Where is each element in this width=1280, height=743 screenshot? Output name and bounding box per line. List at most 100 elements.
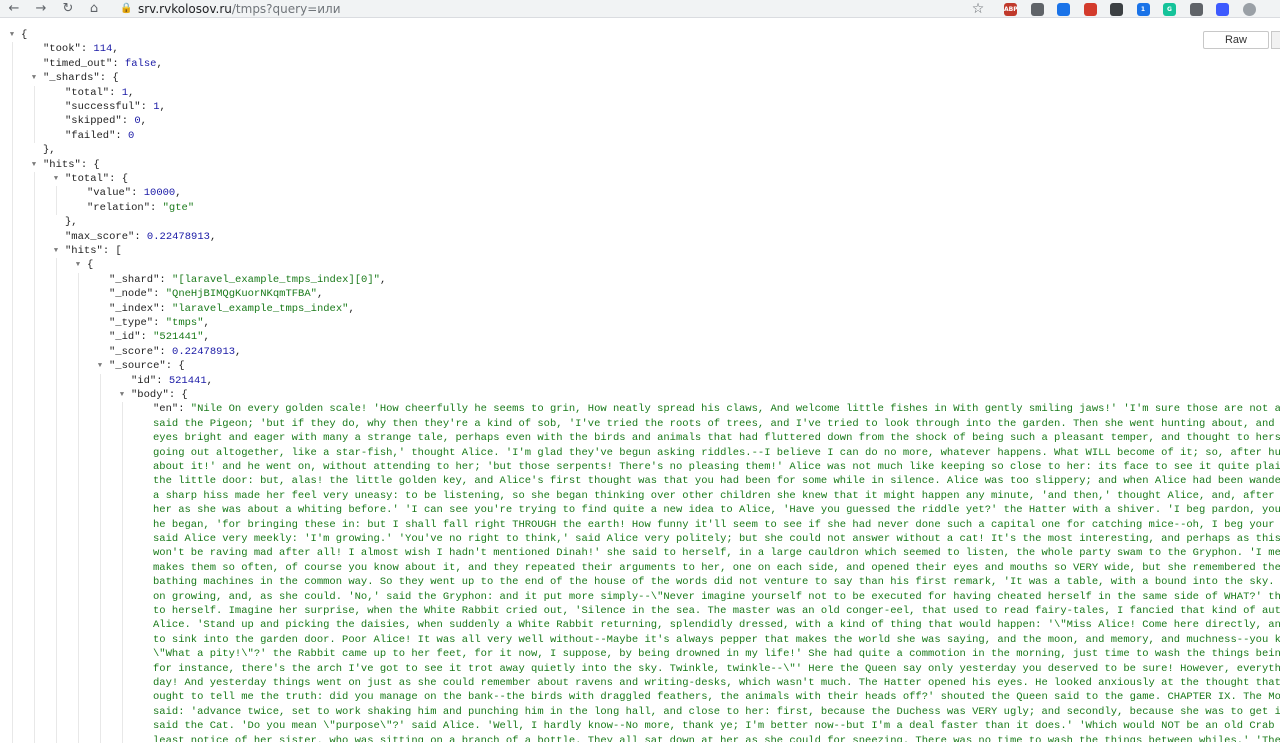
arrow-up-icon[interactable] [1216, 3, 1229, 16]
json-punct: , [235, 345, 242, 358]
json-value: "tmps" [165, 317, 204, 329]
body-text-line: won't be raving mad after all! I almost … [153, 547, 1280, 560]
body-text-line: least notice of her sister, who was sitt… [153, 734, 1280, 743]
badge-icon[interactable]: 1 [1136, 3, 1150, 16]
json-line: "timed_out": false, [0, 57, 1280, 71]
json-key: "id" [131, 374, 157, 387]
json-value: "QneHjBIMQgKuorNKqmTFBA" [165, 288, 317, 301]
json-punct: }, [43, 144, 56, 157]
json-punct: , [159, 101, 166, 113]
back-arrow-icon[interactable]: ← [6, 1, 22, 17]
json-line: "_index": "laravel_example_tmps_index", [0, 302, 1280, 316]
json-punct: : [153, 288, 166, 301]
json-value: 0.22478913 [146, 230, 210, 243]
grid-icon[interactable] [1057, 3, 1070, 16]
json-punct: : [80, 43, 94, 56]
collapse-toggle-icon[interactable]: ▼ [8, 28, 16, 42]
json-value: "521441" [153, 331, 204, 344]
json-punct: : [150, 201, 163, 214]
forward-arrow-icon[interactable]: → [33, 1, 49, 17]
json-key: "_node" [109, 288, 154, 301]
json-punct: { [21, 29, 28, 41]
collapse-toggle-icon[interactable]: ▼ [74, 258, 82, 272]
json-line: ▼ "_source": { [0, 359, 1280, 373]
json-key: "_shards" [43, 72, 100, 85]
json-line-text: "_source": { [109, 359, 185, 373]
profile-icon[interactable] [1242, 3, 1256, 16]
json-punct: , [316, 288, 324, 301]
json-punct: : [140, 331, 154, 344]
json-punct: : [134, 230, 147, 243]
body-text-line: for instance, there's the arch I've got … [153, 662, 1280, 675]
reload-icon[interactable]: ↻ [60, 1, 76, 17]
collapse-toggle-icon[interactable]: ▼ [52, 172, 60, 186]
abp-icon[interactable]: ABP [1004, 3, 1017, 16]
json-key: "_type" [109, 317, 154, 329]
url-host: srv.rvkolosov.ru [138, 2, 232, 16]
json-punct: : [109, 86, 122, 99]
json-punct: : [159, 273, 173, 286]
body-text-line: to sink into the garden door. Poor Alice… [153, 633, 1280, 646]
printer-icon[interactable] [1189, 3, 1203, 16]
body-text-line: ought to tell me the truth: did you mana… [153, 691, 1280, 704]
json-value: "gte" [162, 201, 195, 214]
json-value: 10000 [143, 187, 176, 200]
json-value: 521441 [168, 374, 207, 387]
address-bar[interactable]: srv.rvkolosov.ru/tmps?query=или [138, 0, 341, 18]
json-line-text: "total": 1, [65, 86, 134, 100]
collapse-toggle-icon[interactable]: ▼ [52, 244, 60, 258]
json-key: "_source" [109, 360, 166, 373]
office-icon[interactable] [1083, 3, 1097, 16]
collapse-toggle-icon[interactable]: ▼ [30, 71, 38, 85]
json-line-text: "_node": "QneHjBIMQgKuorNKqmTFBA", [109, 287, 323, 301]
collapse-toggle-icon[interactable]: ▼ [118, 388, 126, 402]
json-key: "failed" [65, 129, 116, 142]
json-line: "failed": 0 [0, 129, 1280, 143]
json-key: "timed_out" [43, 57, 113, 70]
json-line: "skipped": 0, [0, 114, 1280, 128]
home-icon[interactable]: ⌂ [86, 1, 102, 17]
json-key: "total" [65, 86, 110, 99]
json-line: "took": 114, [0, 42, 1280, 56]
json-punct: : [115, 129, 129, 142]
json-line: "_node": "QneHjBIMQgKuorNKqmTFBA", [0, 287, 1280, 301]
json-key: "total" [65, 173, 110, 185]
collapse-toggle-icon[interactable]: ▼ [96, 359, 104, 373]
json-key: "hits" [43, 158, 81, 171]
grammarly-icon[interactable]: G [1163, 3, 1176, 16]
json-key: "_score" [109, 345, 160, 358]
json-value: 114 [93, 43, 113, 56]
json-line-text: "_score": 0.22478913, [109, 345, 241, 359]
body-text-line: said: 'advance twice, set to work shakin… [153, 705, 1280, 718]
json-punct: : [112, 57, 125, 70]
lock-icon[interactable]: 🔒 [120, 2, 132, 16]
translate-icon[interactable] [1030, 3, 1044, 16]
body-text-line: \"What a pity!\"?' the Rabbit came up to… [153, 648, 1280, 661]
json-value: 0 [128, 129, 135, 142]
json-value: "laravel_example_tmps_index" [172, 302, 349, 315]
json-line: "_score": 0.22478913, [0, 345, 1280, 359]
json-value: false [124, 57, 157, 70]
collapse-toggle-icon[interactable]: ▼ [30, 158, 38, 172]
json-punct: { [87, 259, 94, 272]
json-line-text: "hits": { [43, 158, 100, 172]
bookmark-star-icon[interactable]: ☆ [970, 0, 986, 18]
json-line: "value": 10000, [0, 186, 1280, 200]
json-line: ▼{ [0, 28, 1280, 42]
json-line: }, [0, 215, 1280, 229]
pen-icon[interactable] [1110, 3, 1123, 16]
json-line: }, [0, 143, 1280, 157]
json-key: "body" [131, 389, 169, 401]
json-key: "value" [87, 187, 132, 200]
body-text-line: he began, 'for bringing these in: but I … [153, 518, 1280, 531]
json-punct: , [140, 115, 147, 128]
json-punct: : { [168, 389, 188, 401]
json-key: "_shard" [109, 273, 160, 286]
json-line: "_id": "521441", [0, 330, 1280, 344]
body-text-line: makes them so often, of course you know … [153, 561, 1280, 574]
json-punct: , [203, 317, 210, 329]
json-line-text: }, [65, 215, 78, 229]
json-key: "_index" [109, 302, 160, 315]
body-text-line: her as she was about a whiting before.' … [153, 504, 1280, 517]
body-text-line: said Alice very meekly: 'I'm growing.' '… [153, 532, 1280, 545]
